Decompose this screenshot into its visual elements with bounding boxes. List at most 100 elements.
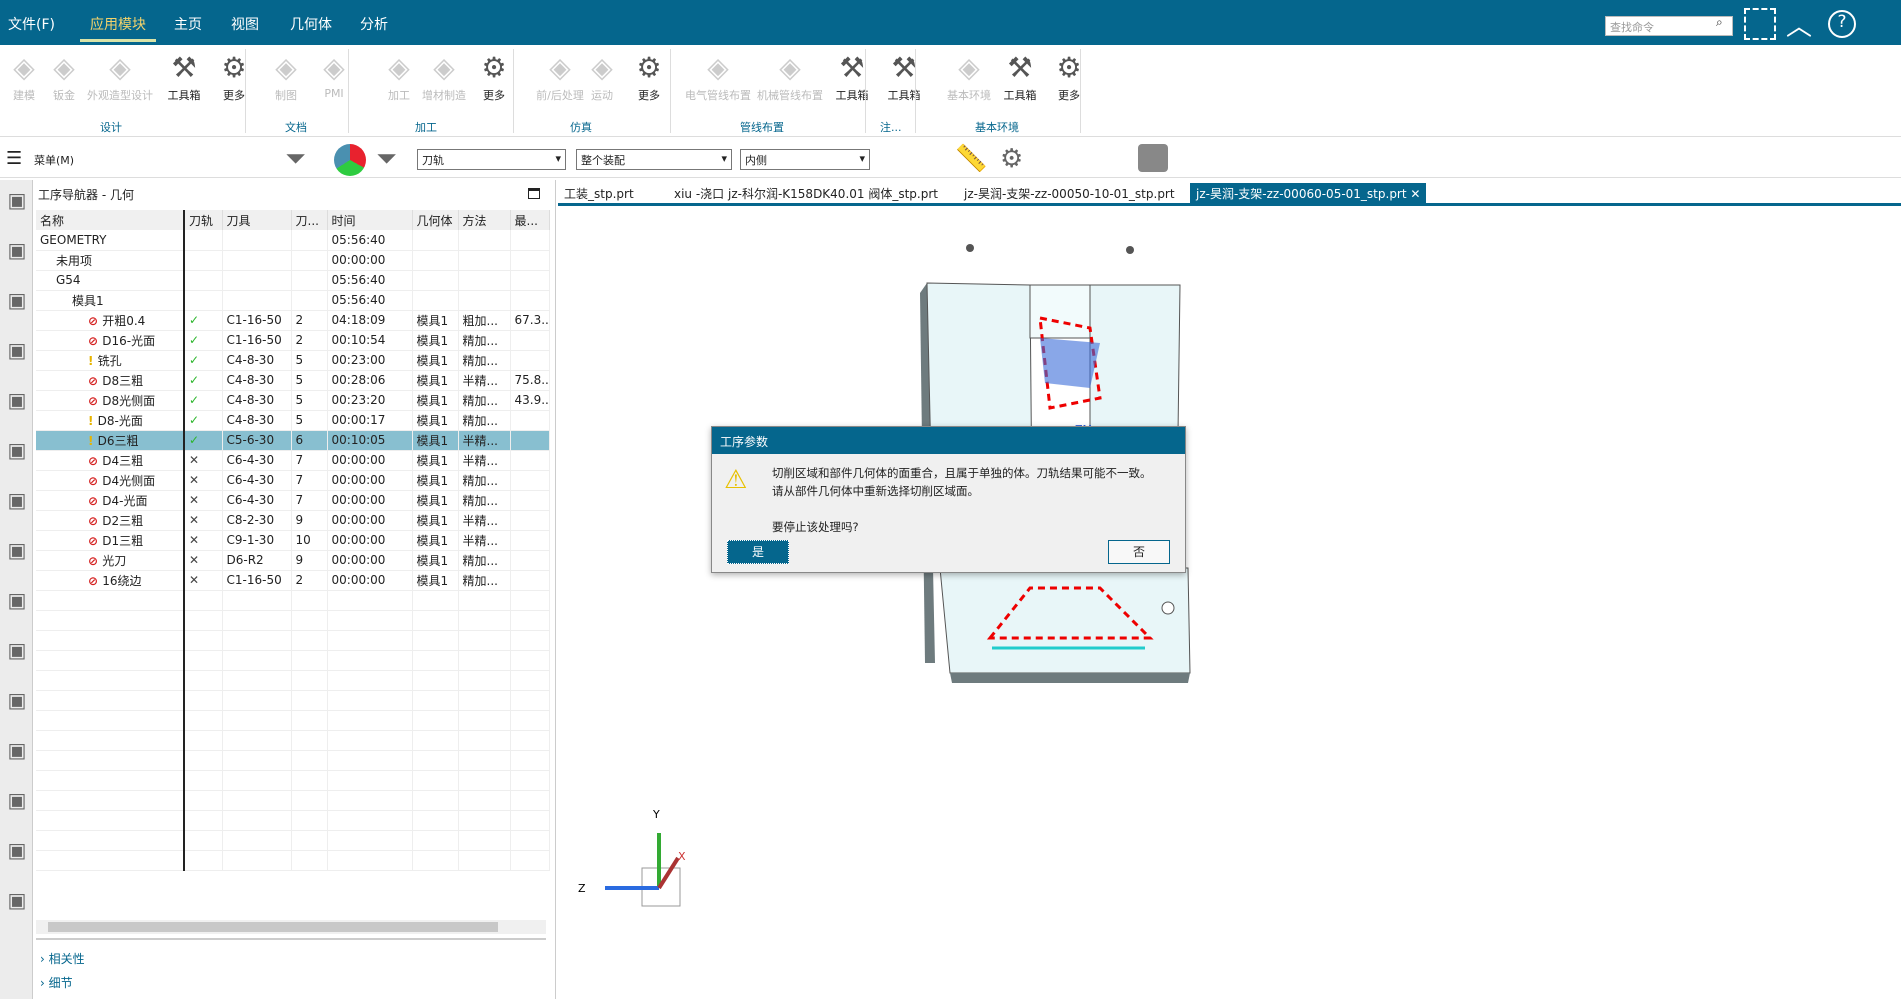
reuse-icon[interactable]: ▣ <box>4 588 30 614</box>
column-header[interactable]: 刀... <box>291 210 328 230</box>
ribbon-button[interactable]: ◈ 基本环境 <box>945 49 993 103</box>
process-icon[interactable]: ▣ <box>4 888 30 914</box>
table-row[interactable]: ⊘ D1三粗 ✕ C9-1-30 10 00:00:00 模具1 半精... <box>36 530 550 551</box>
side-select[interactable]: 内侧 <box>740 149 870 170</box>
menu-analysis[interactable]: 分析 <box>360 14 388 42</box>
help-icon[interactable]: ? <box>1828 10 1856 38</box>
no-button[interactable]: 否 <box>1108 540 1170 564</box>
table-row[interactable]: G54 05:56:40 <box>36 270 550 291</box>
filter-icon[interactable]: ⏷ <box>285 144 306 175</box>
history-icon[interactable]: ▣ <box>4 688 30 714</box>
maximize-icon[interactable] <box>528 188 540 199</box>
file-tab[interactable]: xiu -浇口 jz-科尔润-K158DK40.01 阀体_stp.prt <box>668 183 944 205</box>
assembly-icon[interactable]: ▣ <box>4 288 30 314</box>
horizontal-scrollbar[interactable] <box>36 920 546 934</box>
ribbon-button[interactable]: ◈ 增材制造 <box>420 49 468 103</box>
table-row[interactable]: ⊘ D16-光面 ✓ C1-16-50 2 00:10:54 模具1 精加... <box>36 330 550 351</box>
menu-button[interactable]: 菜单(M) <box>34 152 74 168</box>
ribbon-button[interactable]: ⚒ 工具箱 <box>880 49 928 103</box>
shaded-display-icon[interactable] <box>1138 144 1168 172</box>
roles-icon[interactable]: ▣ <box>4 638 30 664</box>
globe-icon[interactable]: ▣ <box>4 738 30 764</box>
collapse-ribbon-icon[interactable]: ︿ <box>1786 6 1812 43</box>
measure-icon[interactable]: 📏 <box>955 144 987 174</box>
table-row[interactable]: ! D6三粗 ✓ C5-6-30 6 00:10:05 模具1 半精... <box>36 430 550 451</box>
table-row[interactable]: ⊘ D8三粗 ✓ C4-8-30 5 00:28:06 模具1 半精... 75.8.. <box>36 370 550 391</box>
table-row[interactable]: ⊘ D4-光面 ✕ C6-4-30 7 00:00:00 模具1 精加... <box>36 490 550 511</box>
part-icon[interactable]: ▣ <box>4 238 30 264</box>
search-icon[interactable]: ⌕ <box>1716 15 1723 30</box>
ribbon-button[interactable]: ⚒ 工具箱 <box>828 49 876 103</box>
operation-navigator-icon[interactable]: ▣ <box>4 438 30 464</box>
color-display-icon[interactable] <box>334 144 366 176</box>
type-filter-select[interactable]: 刀轨 <box>417 149 566 170</box>
column-header[interactable]: 名称 <box>36 210 185 230</box>
layer-settings-icon[interactable]: ⚙ <box>1000 144 1023 174</box>
machine-icon[interactable]: ▣ <box>4 488 30 514</box>
ribbon-button[interactable]: ◈ PMI <box>310 49 358 100</box>
empty-cell <box>412 670 459 691</box>
ribbon-button[interactable]: ◈ 电气管线布置 <box>683 49 753 103</box>
table-row[interactable]: ! 铣孔 ✓ C4-8-30 5 00:23:00 模具1 精加... <box>36 350 550 371</box>
ribbon-button[interactable]: ⚙ 更多 <box>470 49 518 103</box>
table-row[interactable]: GEOMETRY 05:56:40 <box>36 230 550 251</box>
table-row[interactable]: 模具1 05:56:40 <box>36 290 550 311</box>
cell-geom: 模具1 <box>412 410 459 431</box>
table-row[interactable]: 未用项 00:00:00 <box>36 250 550 271</box>
filter-undo-icon[interactable]: ⏷ <box>376 144 397 175</box>
table-row[interactable]: ⊘ D2三粗 ✕ C8-2-30 9 00:00:00 模具1 半精... <box>36 510 550 531</box>
yes-button[interactable]: 是 <box>727 540 789 564</box>
menu-file[interactable]: 文件(F) <box>8 14 55 42</box>
ribbon-button[interactable]: ⚒ 工具箱 <box>160 49 208 103</box>
table-row[interactable]: ⊘ D4三粗 ✕ C6-4-30 7 00:00:00 模具1 半精... <box>36 450 550 471</box>
cell-time: 00:00:00 <box>327 490 413 511</box>
ribbon-button[interactable]: ◈ 外观造型设计 <box>85 49 155 103</box>
table-row[interactable]: ⊘ 光刀 ✕ D6-R2 9 00:00:00 模具1 精加... <box>36 550 550 571</box>
graphics-window[interactable]: ZM Y Z X <box>560 208 1901 999</box>
column-header[interactable]: 几何体 <box>412 210 459 230</box>
table-row[interactable]: ⊘ D4光侧面 ✕ C6-4-30 7 00:00:00 模具1 精加... <box>36 470 550 491</box>
column-header[interactable]: 刀轨 <box>184 210 223 230</box>
menu-home[interactable]: 主页 <box>174 14 202 42</box>
tools-icon[interactable]: ▣ <box>4 838 30 864</box>
column-header[interactable]: 最... <box>510 210 550 230</box>
clock-icon[interactable]: ▣ <box>4 788 30 814</box>
command-search-input[interactable]: 查找命令 <box>1605 16 1733 36</box>
settings-icon[interactable]: ▣ <box>4 188 30 214</box>
tool-icon[interactable]: ▣ <box>4 538 30 564</box>
ribbon-button[interactable]: ◈ 制图 <box>262 49 310 103</box>
ribbon-button[interactable]: ⚙ 更多 <box>210 49 258 103</box>
menu-view[interactable]: 视图 <box>231 14 259 42</box>
alerts-icon[interactable]: ▣ <box>4 388 30 414</box>
assembly-scope-select[interactable]: 整个装配 <box>576 149 732 170</box>
ribbon-button[interactable]: ◈ 运动 <box>578 49 626 103</box>
cell-path: ✕ <box>184 530 223 551</box>
ribbon-button[interactable]: ⚙ 更多 <box>1045 49 1093 103</box>
fullscreen-icon[interactable] <box>1744 8 1776 40</box>
column-header[interactable]: 刀具 <box>222 210 292 230</box>
file-tab[interactable]: jz-昊润-支架-zz-00050-10-01_stp.prt <box>958 183 1181 205</box>
empty-cell <box>222 650 292 671</box>
column-header[interactable]: 时间 <box>327 210 413 230</box>
ribbon-button[interactable]: ◈ 加工 <box>375 49 423 103</box>
section-details[interactable]: › 细节 <box>40 974 73 991</box>
file-tab[interactable]: 工装_stp.prt <box>558 183 640 205</box>
table-row[interactable]: ! D8-光面 ✓ C4-8-30 5 00:00:17 模具1 精加... <box>36 410 550 431</box>
section-dependencies[interactable]: › 相关性 <box>40 950 85 967</box>
table-row[interactable]: ⊘ 16绕边 ✕ C1-16-50 2 00:00:00 模具1 精加... <box>36 570 550 591</box>
menu-icon[interactable]: ☰ <box>6 148 22 169</box>
constraints-icon[interactable]: ▣ <box>4 338 30 364</box>
ribbon-button[interactable]: ⚒ 工具箱 <box>996 49 1044 103</box>
ribbon-button[interactable]: ◈ 机械管线布置 <box>755 49 825 103</box>
close-tab-icon[interactable]: ✕ <box>1407 187 1420 201</box>
ribbon-button[interactable]: ⚙ 更多 <box>625 49 673 103</box>
table-row[interactable]: ⊘ 开粗0.4 ✓ C1-16-50 2 04:18:09 模具1 粗加... 67.3.. <box>36 310 550 331</box>
table-row[interactable]: ⊘ D8光侧面 ✓ C4-8-30 5 00:23:20 模具1 精加... 43.9.. <box>36 390 550 411</box>
check-icon: ✓ <box>189 373 200 387</box>
empty-cell <box>327 590 413 611</box>
menu-geometry[interactable]: 几何体 <box>290 14 332 42</box>
column-header[interactable]: 方法 <box>458 210 511 230</box>
file-tab[interactable]: jz-昊润-支架-zz-00060-05-01_stp.prt ✕ <box>1190 183 1427 205</box>
ribbon-button[interactable]: ◈ 钣金 <box>40 49 88 103</box>
menu-applications[interactable]: 应用模块 <box>80 14 156 42</box>
